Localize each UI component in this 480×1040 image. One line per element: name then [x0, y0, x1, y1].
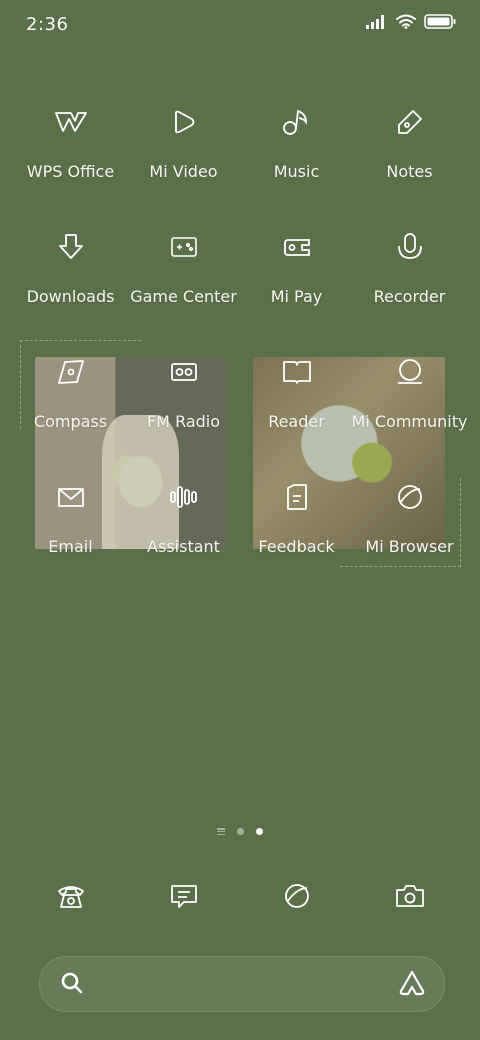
- app-label: Recorder: [373, 287, 446, 306]
- dock-phone[interactable]: [14, 870, 127, 920]
- book-icon: [275, 350, 319, 394]
- search-bar[interactable]: [39, 956, 445, 1012]
- feed-page-icon: [217, 828, 225, 835]
- app-mi-pay[interactable]: Mi Pay: [240, 221, 353, 346]
- app-row: Email Assistant Feedback Mi Browser: [14, 471, 466, 596]
- app-label: FM Radio: [146, 412, 221, 431]
- status-bar: 2:36: [0, 0, 480, 50]
- feedback-icon: [275, 475, 319, 519]
- app-mi-browser[interactable]: Mi Browser: [353, 471, 466, 596]
- app-label: Reader: [268, 412, 325, 431]
- signal-icon: [366, 14, 388, 33]
- app-downloads[interactable]: Downloads: [14, 221, 127, 346]
- dock-browser[interactable]: [240, 870, 353, 920]
- app-music[interactable]: Music: [240, 96, 353, 221]
- status-icons: [366, 14, 456, 33]
- app-label: Mi Community: [351, 412, 468, 431]
- app-row: Downloads Game Center Mi Pay Recorder: [14, 221, 466, 346]
- app-label: WPS Office: [26, 162, 115, 181]
- search-icon: [60, 971, 84, 999]
- app-label: Mi Pay: [270, 287, 323, 306]
- app-row: WPS Office Mi Video Music Notes: [14, 96, 466, 221]
- pencil-icon: [388, 100, 432, 144]
- app-label: Game Center: [130, 287, 237, 306]
- dock-messages[interactable]: [127, 870, 240, 920]
- app-feedback[interactable]: Feedback: [240, 471, 353, 596]
- voice-bars-icon: [162, 475, 206, 519]
- app-assistant[interactable]: Assistant: [127, 471, 240, 596]
- browser-icon: [388, 475, 432, 519]
- phone-icon: [49, 874, 93, 918]
- app-label: Downloads: [26, 287, 115, 306]
- app-label: Mi Browser: [365, 537, 454, 556]
- app-label: Assistant: [147, 537, 220, 556]
- app-game-center[interactable]: Game Center: [127, 221, 240, 346]
- play-icon: [162, 100, 206, 144]
- app-mi-community[interactable]: Mi Community: [351, 346, 468, 471]
- app-label: Notes: [386, 162, 433, 181]
- camera-icon: [388, 874, 432, 918]
- mail-icon: [49, 475, 93, 519]
- compass-icon: [49, 350, 93, 394]
- message-icon: [162, 874, 206, 918]
- app-fm-radio[interactable]: FM Radio: [127, 346, 240, 471]
- page-indicator[interactable]: [0, 828, 480, 835]
- page-dot-active: [256, 828, 263, 835]
- app-label: Email: [48, 537, 93, 556]
- radio-icon: [162, 350, 206, 394]
- app-label: Mi Video: [149, 162, 218, 181]
- download-icon: [49, 225, 93, 269]
- app-compass[interactable]: Compass: [14, 346, 127, 471]
- app-recorder[interactable]: Recorder: [353, 221, 466, 346]
- app-label: Compass: [33, 412, 108, 431]
- page-dot: [237, 828, 244, 835]
- community-icon: [388, 350, 432, 394]
- app-label: Music: [273, 162, 320, 181]
- dock-camera[interactable]: [353, 870, 466, 920]
- gamepad-icon: [162, 225, 206, 269]
- wps-icon: [49, 100, 93, 144]
- wallet-icon: [275, 225, 319, 269]
- status-time: 2:36: [26, 14, 69, 35]
- wifi-icon: [396, 14, 416, 33]
- dock: [14, 870, 466, 920]
- app-wps-office[interactable]: WPS Office: [14, 96, 127, 221]
- app-notes[interactable]: Notes: [353, 96, 466, 221]
- microphone-icon: [388, 225, 432, 269]
- browser-icon: [275, 874, 319, 918]
- assistant-logo-icon[interactable]: [398, 969, 426, 1001]
- app-email[interactable]: Email: [14, 471, 127, 596]
- app-grid: WPS Office Mi Video Music Notes Download…: [14, 96, 468, 596]
- app-reader[interactable]: Reader: [240, 346, 353, 471]
- app-row: Compass FM Radio Reader Mi Community: [14, 346, 468, 471]
- app-label: Feedback: [258, 537, 335, 556]
- music-note-icon: [275, 100, 319, 144]
- battery-icon: [424, 14, 456, 33]
- app-mi-video[interactable]: Mi Video: [127, 96, 240, 221]
